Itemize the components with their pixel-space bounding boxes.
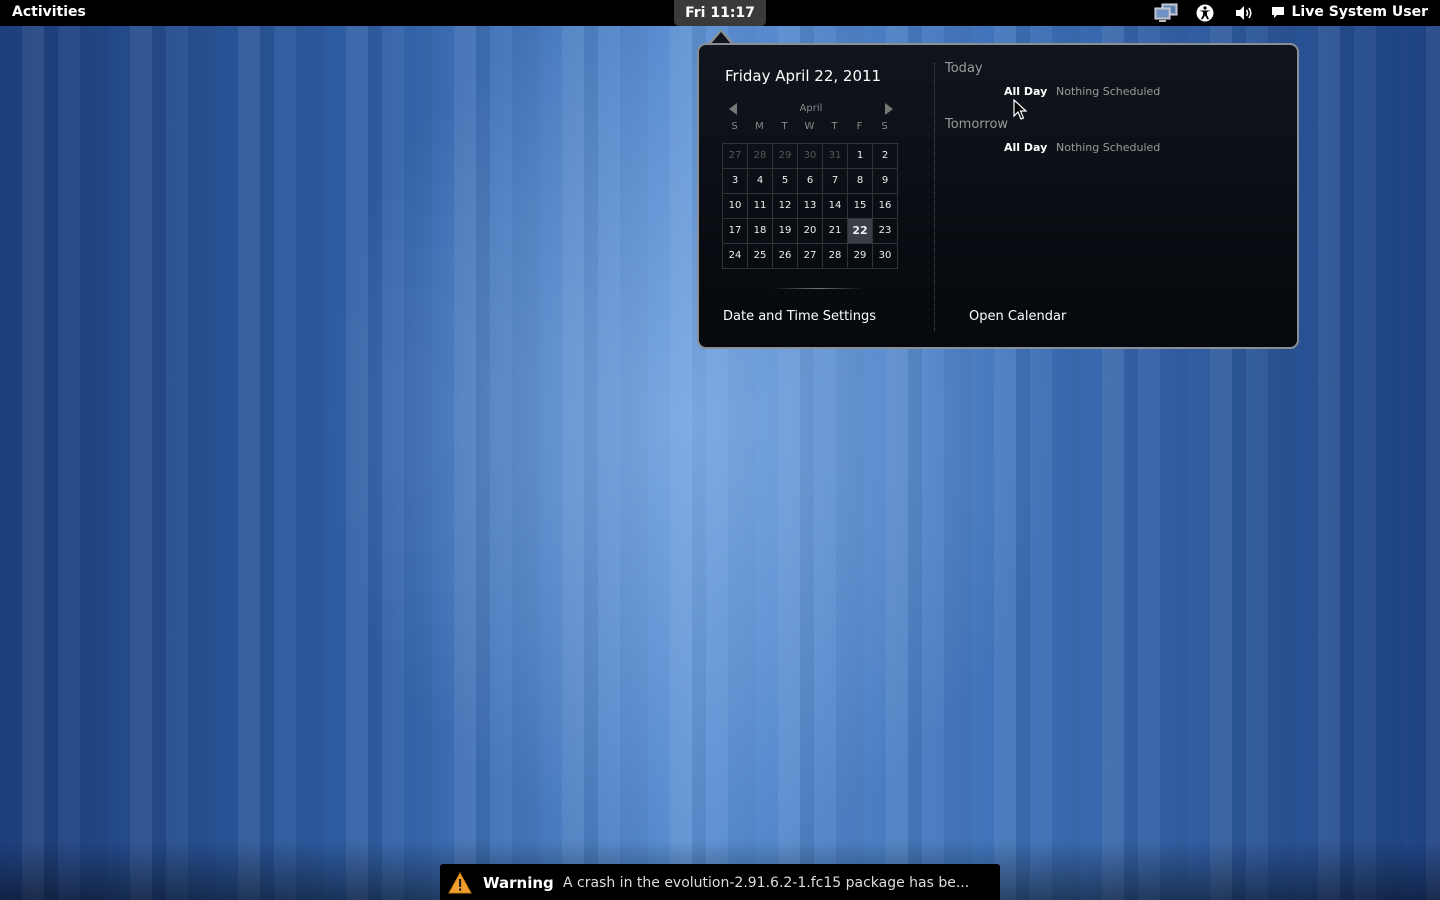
mouse-cursor-icon — [1013, 99, 1027, 120]
accessibility-icon[interactable] — [1194, 3, 1216, 23]
calendar-day[interactable]: 19 — [773, 219, 798, 244]
popup-divider — [934, 63, 935, 331]
month-label: April — [799, 103, 823, 114]
calendar-popup: Friday April 22, 2011 April SMTWTFS 27 28… — [697, 43, 1299, 349]
notification-title: Warning — [483, 874, 554, 892]
calendar-grid: 27 28 29 30 31 1 2 3 4 5 6 7 8 9 10 11 12 13 14 15 16 17 18 19 2… — [722, 143, 899, 269]
calendar-day[interactable]: 29 — [773, 144, 798, 169]
chat-icon — [1272, 6, 1285, 18]
calendar-day[interactable]: 10 — [723, 194, 748, 219]
calendar-day[interactable]: 30 — [798, 144, 823, 169]
calendar-day[interactable]: 13 — [798, 194, 823, 219]
calendar-nav: April — [725, 101, 897, 117]
calendar-day[interactable]: 16 — [873, 194, 898, 219]
weekday-label: S — [731, 121, 738, 132]
calendar-day[interactable]: 8 — [848, 169, 873, 194]
calendar-day[interactable]: 3 — [723, 169, 748, 194]
calendar-day[interactable]: 28 — [823, 244, 848, 269]
next-month-icon[interactable] — [885, 103, 893, 115]
calendar-day[interactable]: 15 — [848, 194, 873, 219]
calendar-day[interactable]: 9 — [873, 169, 898, 194]
calendar-day[interactable]: 1 — [848, 144, 873, 169]
activities-button[interactable]: Activities — [12, 4, 86, 20]
calendar-day[interactable]: 27 — [723, 144, 748, 169]
calendar-day[interactable]: 17 — [723, 219, 748, 244]
open-calendar-button[interactable]: Open Calendar — [969, 309, 1066, 324]
tomorrow-event-time: All Day — [1004, 141, 1048, 154]
calendar-day[interactable]: 6 — [798, 169, 823, 194]
volume-icon[interactable] — [1233, 3, 1255, 23]
calendar-day[interactable]: 26 — [773, 244, 798, 269]
calendar-separator — [773, 288, 863, 289]
calendar-day[interactable]: 30 — [873, 244, 898, 269]
weekday-header: SMTWTFS — [722, 121, 898, 132]
weekday-label: M — [755, 121, 764, 132]
network-icon[interactable] — [1153, 3, 1179, 23]
calendar-day[interactable]: 12 — [773, 194, 798, 219]
calendar-day[interactable]: 27 — [798, 244, 823, 269]
calendar-day[interactable]: 25 — [748, 244, 773, 269]
calendar-day[interactable]: 23 — [873, 219, 898, 244]
calendar-day[interactable]: 11 — [748, 194, 773, 219]
today-header: Today — [945, 61, 983, 76]
tomorrow-header: Tomorrow — [945, 117, 1009, 132]
warning-icon — [448, 872, 472, 894]
crash-notification[interactable]: Warning A crash in the evolution-2.91.6.… — [440, 864, 1000, 900]
weekday-label: F — [856, 121, 863, 132]
calendar-day[interactable]: 31 — [823, 144, 848, 169]
user-name-label: Live System User — [1291, 4, 1428, 20]
tomorrow-event-text: Nothing Scheduled — [1056, 141, 1161, 154]
weekday-label: T — [831, 121, 838, 132]
calendar-day[interactable]: 24 — [723, 244, 748, 269]
calendar-day[interactable]: 20 — [798, 219, 823, 244]
date-header: Friday April 22, 2011 — [725, 67, 882, 85]
weekday-label: S — [881, 121, 888, 132]
date-time-settings-button[interactable]: Date and Time Settings — [723, 309, 876, 324]
calendar-day[interactable]: 18 — [748, 219, 773, 244]
calendar-day[interactable]: 28 — [748, 144, 773, 169]
user-menu[interactable]: Live System User — [1271, 4, 1428, 20]
calendar-day[interactable]: 21 — [823, 219, 848, 244]
calendar-day[interactable]: 2 — [873, 144, 898, 169]
top-panel: Activities Fri 11:17 Live System User — [0, 0, 1440, 26]
today-event-time: All Day — [1004, 85, 1048, 98]
calendar-day-today[interactable]: 22 — [848, 219, 873, 244]
clock-button[interactable]: Fri 11:17 — [674, 0, 766, 26]
today-event-text: Nothing Scheduled — [1056, 85, 1161, 98]
weekday-label: W — [804, 121, 815, 132]
notification-text: A crash in the evolution-2.91.6.2-1.fc15… — [563, 875, 970, 891]
calendar-day[interactable]: 4 — [748, 169, 773, 194]
calendar-day[interactable]: 7 — [823, 169, 848, 194]
calendar-day[interactable]: 29 — [848, 244, 873, 269]
weekday-label: T — [781, 121, 788, 132]
calendar-day[interactable]: 14 — [823, 194, 848, 219]
calendar-day[interactable]: 5 — [773, 169, 798, 194]
